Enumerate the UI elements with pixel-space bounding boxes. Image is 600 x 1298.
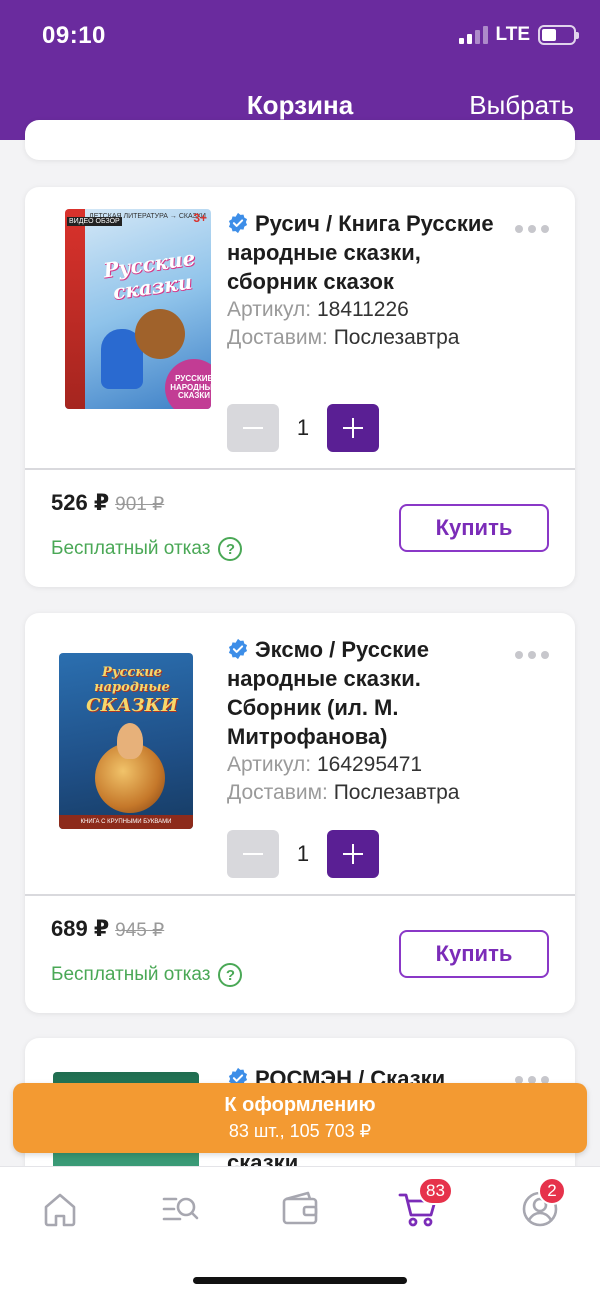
tab-bar: 83 2 bbox=[0, 1166, 600, 1298]
free-refund[interactable]: Бесплатный отказ? bbox=[51, 963, 243, 987]
delivery-row: Доставим: Послезавтра bbox=[227, 326, 460, 349]
delivery-value: Послезавтра bbox=[333, 326, 460, 349]
checkout-button[interactable]: К оформлению 83 шт., 105 703 ₽ bbox=[13, 1083, 587, 1153]
article-value: 18411226 bbox=[316, 298, 409, 321]
price: 689 ₽945 ₽ bbox=[51, 916, 165, 941]
cover-strip: КНИГА С КРУПНЫМИ БУКВАМИ bbox=[59, 815, 193, 829]
old-price: 945 ₽ bbox=[115, 920, 165, 941]
catalog-search-icon bbox=[162, 1197, 199, 1221]
more-options-icon[interactable] bbox=[515, 225, 549, 233]
cover-badge: РУССКИЕ НАРОДНЫЕ СКАЗКИ bbox=[165, 359, 211, 409]
more-options-icon[interactable] bbox=[515, 651, 549, 659]
signal-icon bbox=[458, 26, 488, 44]
cover-title-line1: Русские народные bbox=[94, 665, 170, 695]
cover-age: 3+ bbox=[193, 211, 207, 225]
quantity-value: 1 bbox=[296, 841, 310, 866]
status-indicators: LTE bbox=[458, 24, 579, 46]
status-time: 09:10 bbox=[42, 22, 106, 49]
home-indicator bbox=[193, 1277, 407, 1284]
buy-button[interactable]: Купить bbox=[399, 504, 549, 552]
profile-count-badge: 2 bbox=[538, 1177, 566, 1205]
buy-button[interactable]: Купить bbox=[399, 930, 549, 978]
divider bbox=[25, 894, 575, 896]
app-header: 09:10 LTE Корзина Выбрать bbox=[0, 0, 600, 140]
cart-count-badge: 83 bbox=[418, 1177, 453, 1205]
product-name[interactable]: Русич / Книга Русские народные сказки, с… bbox=[227, 209, 517, 296]
quantity-stepper: 1 bbox=[227, 830, 379, 878]
home-icon bbox=[44, 1193, 76, 1227]
select-button[interactable]: Выбрать bbox=[469, 90, 574, 121]
decrease-button[interactable] bbox=[227, 830, 279, 878]
checkout-label: К оформлению bbox=[224, 1094, 376, 1116]
delivery-value: Послезавтра bbox=[333, 781, 460, 804]
cart-item-card-previous bbox=[25, 120, 575, 160]
product-image[interactable]: Русские народные СКАЗКИ КНИГА С КРУПНЫМИ … bbox=[59, 653, 193, 829]
article-row: Артикул: 164295471 bbox=[227, 753, 423, 776]
checkout-summary: 83 шт., 105 703 ₽ bbox=[228, 1121, 372, 1141]
network-label: LTE bbox=[495, 24, 530, 45]
free-refund[interactable]: Бесплатный отказ? bbox=[51, 537, 243, 561]
increase-button[interactable] bbox=[327, 404, 379, 452]
quantity-stepper: 1 bbox=[227, 404, 379, 452]
product-name[interactable]: Эксмо / Русские народные сказки. Сборник… bbox=[227, 635, 517, 751]
cart-item-card: Русские народные СКАЗКИ КНИГА С КРУПНЫМИ … bbox=[25, 613, 575, 1013]
price: 526 ₽901 ₽ bbox=[51, 490, 165, 515]
verified-icon bbox=[228, 638, 248, 660]
decrease-button[interactable] bbox=[227, 404, 279, 452]
help-icon[interactable]: ? bbox=[218, 963, 243, 987]
battery-icon bbox=[538, 25, 579, 45]
increase-button[interactable] bbox=[327, 830, 379, 878]
help-icon[interactable]: ? bbox=[218, 537, 243, 561]
article-value: 164295471 bbox=[316, 753, 423, 776]
delivery-row: Доставим: Послезавтра bbox=[227, 781, 460, 804]
article-row: Артикул: 18411226 bbox=[227, 298, 409, 321]
cart-item-card: ВИДЕО ОБЗОР ДЕТСКАЯ ЛИТЕРАТУРА → СКАЗКИ … bbox=[25, 187, 575, 587]
product-image[interactable]: ВИДЕО ОБЗОР ДЕТСКАЯ ЛИТЕРАТУРА → СКАЗКИ … bbox=[65, 209, 211, 409]
tab-home[interactable] bbox=[38, 1187, 82, 1231]
product-info: Русич / Книга Русские народные сказки, с… bbox=[227, 209, 517, 352]
tab-cart[interactable]: 83 bbox=[396, 1177, 453, 1231]
verified-icon bbox=[228, 212, 248, 234]
wallet-icon bbox=[282, 1191, 318, 1225]
cover-top-line: ДЕТСКАЯ ЛИТЕРАТУРА → СКАЗКИ bbox=[89, 213, 206, 220]
tab-catalog[interactable] bbox=[158, 1187, 202, 1231]
cover-title: Русские сказки bbox=[102, 245, 197, 305]
tab-wallet[interactable] bbox=[278, 1187, 322, 1231]
cover-title-line2: СКАЗКИ bbox=[86, 695, 178, 716]
old-price: 901 ₽ bbox=[115, 494, 165, 515]
product-info: Эксмо / Русские народные сказки. Сборник… bbox=[227, 635, 517, 807]
divider bbox=[25, 468, 575, 470]
quantity-value: 1 bbox=[296, 415, 310, 440]
tab-profile[interactable]: 2 bbox=[518, 1177, 566, 1231]
